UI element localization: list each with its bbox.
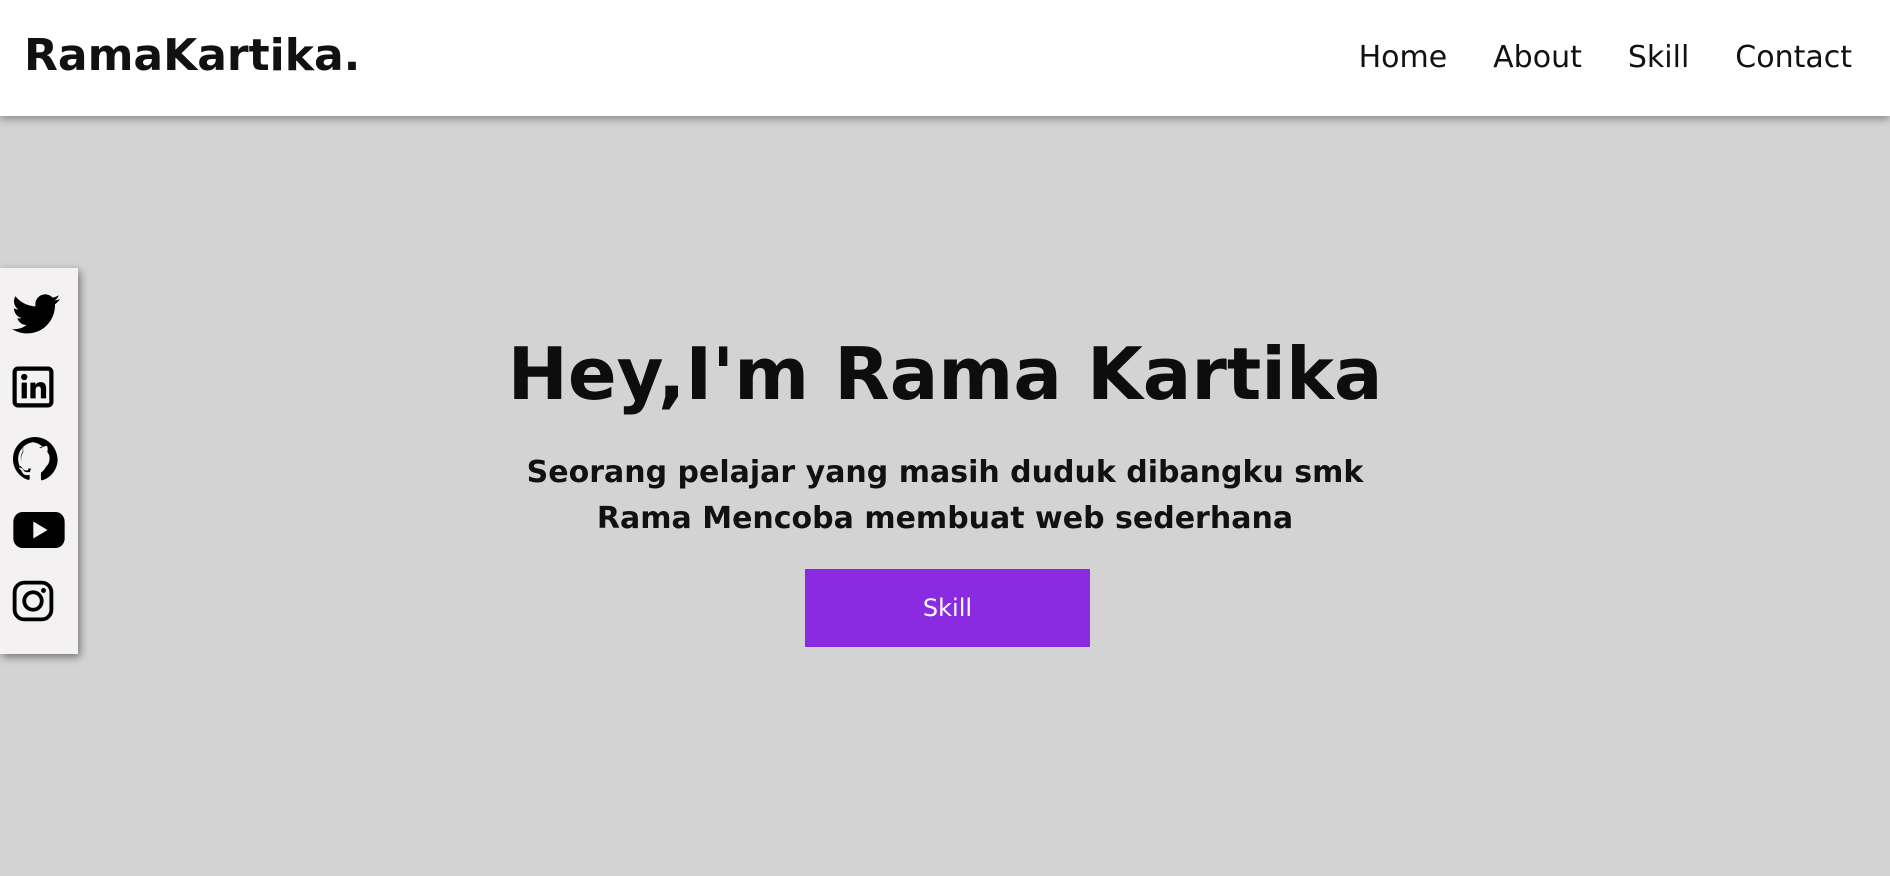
nav-link-contact[interactable]: Contact: [1735, 36, 1852, 80]
nav-link-home[interactable]: Home: [1359, 36, 1448, 80]
hero-section: Hey,I'm Rama Kartika Seorang pelajar yan…: [0, 116, 1890, 876]
twitter-icon[interactable]: [12, 294, 60, 336]
skill-button[interactable]: Skill: [805, 569, 1090, 647]
github-icon[interactable]: [12, 436, 58, 482]
hero-subtitle-line-2: Rama Mencoba membuat web sederhana: [596, 501, 1294, 536]
instagram-icon[interactable]: [12, 580, 54, 622]
site-logo[interactable]: RamaKartika.: [24, 26, 360, 86]
nav-links: Home About Skill Contact: [1359, 36, 1852, 80]
navbar: RamaKartika. Home About Skill Contact: [0, 0, 1890, 116]
linkedin-icon[interactable]: [12, 366, 54, 408]
hero-subtitle-line-1: Seorang pelajar yang masih duduk dibangk…: [526, 455, 1364, 490]
nav-link-skill[interactable]: Skill: [1628, 36, 1689, 80]
youtube-icon[interactable]: [12, 511, 66, 549]
nav-link-about[interactable]: About: [1493, 36, 1582, 80]
social-sidebar: [0, 268, 78, 654]
hero-title: Hey,I'm Rama Kartika: [507, 332, 1383, 416]
